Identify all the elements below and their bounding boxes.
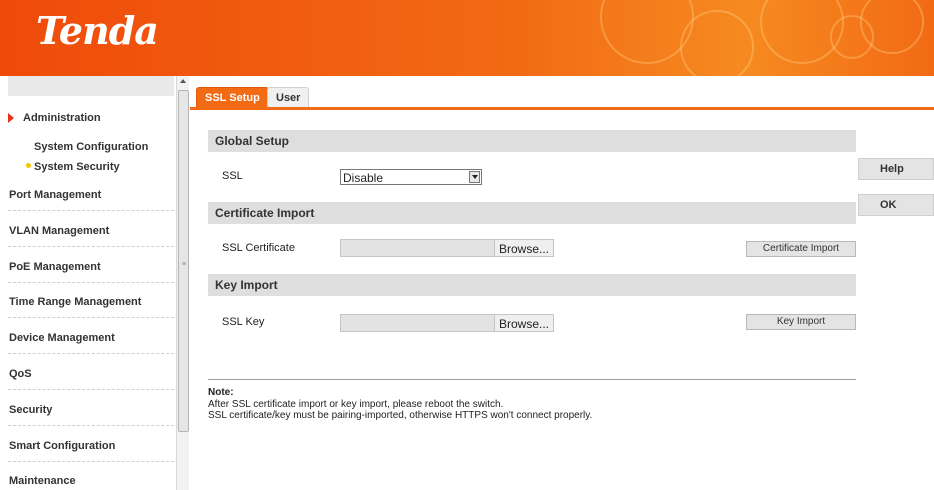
sidebar-item-poe-management[interactable]: PoE Management <box>8 261 174 283</box>
ssl-select-value: Disable <box>343 171 384 185</box>
grip-icon: ≡ <box>182 261 187 268</box>
sidebar-item-security[interactable]: Security <box>8 404 174 426</box>
sidebar-item-smart-configuration[interactable]: Smart Configuration <box>8 440 174 462</box>
decorative-circle <box>680 10 754 76</box>
note-title: Note: <box>208 387 234 398</box>
section-key-import: Key Import <box>208 274 856 296</box>
sidebar-item-maintenance[interactable]: Maintenance <box>8 475 174 490</box>
ssl-label: SSL <box>222 170 243 182</box>
certificate-browse-button[interactable]: Browse... <box>494 239 554 257</box>
sidebar-item-qos[interactable]: QoS <box>8 368 174 390</box>
tenda-logo: Tenda <box>36 8 159 53</box>
sidebar-item-device-management[interactable]: Device Management <box>8 332 174 354</box>
note-line-2: SSL certificate/key must be pairing-impo… <box>208 410 593 421</box>
tab-user[interactable]: User <box>267 87 310 108</box>
sidebar-subitem-system-security[interactable]: System Security <box>34 161 120 173</box>
section-certificate-import: Certificate Import <box>208 202 856 224</box>
sidebar-section-administration[interactable]: Administration <box>22 112 172 124</box>
sidebar-top-strip <box>8 76 174 96</box>
header-banner: Tenda <box>0 0 934 76</box>
sidebar-item-port-management[interactable]: Port Management <box>8 189 174 211</box>
ssl-certificate-label: SSL Certificate <box>222 242 295 254</box>
sidebar-scrollbar[interactable]: ≡ <box>176 76 189 490</box>
ssl-certificate-file-input[interactable] <box>340 239 495 257</box>
key-import-button[interactable]: Key Import <box>746 314 856 330</box>
note-divider <box>208 379 856 380</box>
scroll-up-icon[interactable] <box>180 79 186 83</box>
sidebar-item-time-range-management[interactable]: Time Range Management <box>8 296 174 318</box>
expanded-arrow-icon <box>8 113 14 123</box>
key-browse-button[interactable]: Browse... <box>494 314 554 332</box>
help-button[interactable]: Help <box>858 158 934 180</box>
sidebar-item-vlan-management[interactable]: VLAN Management <box>8 225 174 247</box>
ssl-key-label: SSL Key <box>222 316 265 328</box>
ok-button[interactable]: OK <box>858 194 934 216</box>
note-line-1: After SSL certificate import or key impo… <box>208 399 504 410</box>
certificate-import-button[interactable]: Certificate Import <box>746 241 856 257</box>
sidebar <box>0 76 176 490</box>
ssl-key-file-input[interactable] <box>340 314 495 332</box>
ssl-select[interactable]: Disable <box>340 169 482 185</box>
scroll-thumb[interactable]: ≡ <box>178 90 189 432</box>
active-dot-icon <box>26 163 31 168</box>
tab-ssl-setup[interactable]: SSL Setup <box>196 87 269 109</box>
chevron-down-icon[interactable] <box>469 171 480 183</box>
section-global-setup: Global Setup <box>208 130 856 152</box>
tab-underline <box>190 107 934 110</box>
sidebar-subitem-system-configuration[interactable]: System Configuration <box>34 141 148 153</box>
